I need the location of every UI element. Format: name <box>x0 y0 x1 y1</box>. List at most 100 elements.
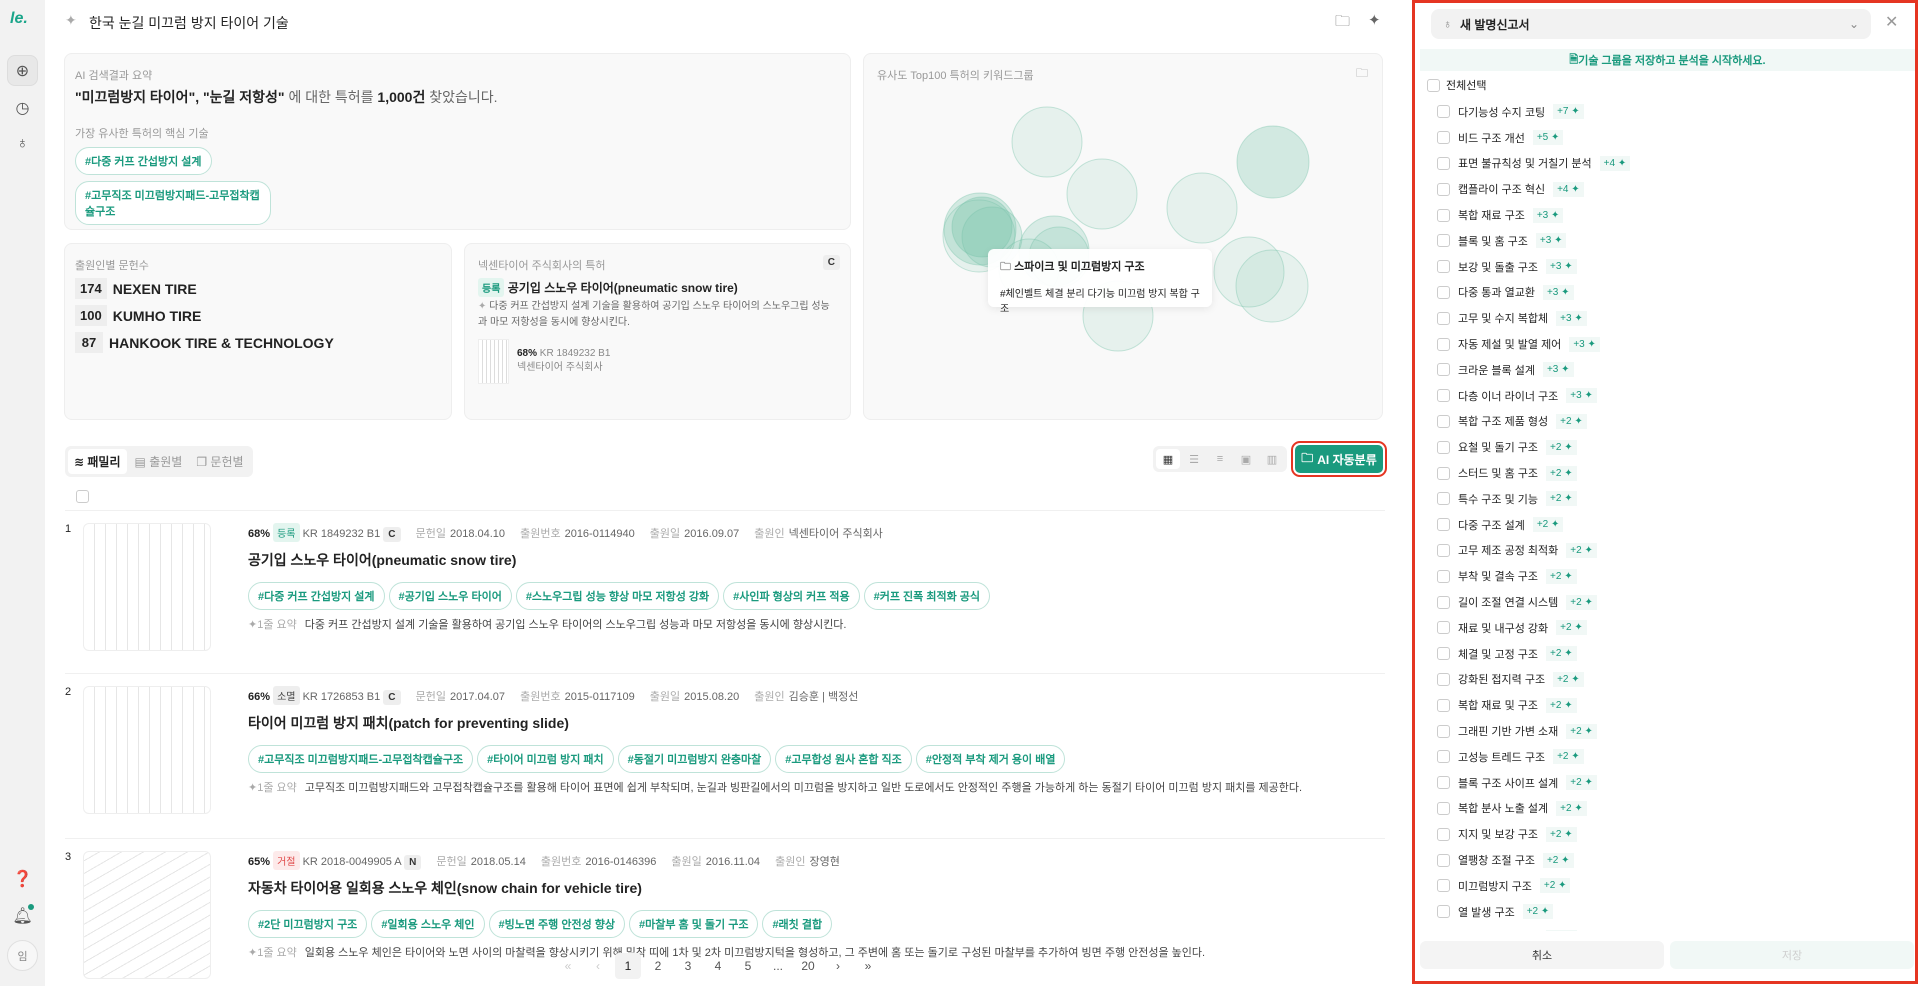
ai-sparkle-icon[interactable]: ✦ <box>1368 11 1381 29</box>
keyword-checkbox[interactable] <box>1437 105 1450 119</box>
keyword-group-item[interactable]: 표면 불규칙성 및 거칠기 분석 +4 ✦ <box>1437 151 1907 177</box>
report-dropdown[interactable]: ♁ 새 발명신고서 ⌄ <box>1431 9 1871 39</box>
keyword-group-item[interactable]: 복합 재료 구조 +3 ✦ <box>1437 202 1907 228</box>
keyword-checkbox[interactable] <box>1437 260 1450 274</box>
applicant-item[interactable]: 100 KUMHO TIRE <box>75 305 334 326</box>
keyword-checkbox[interactable] <box>1437 131 1450 145</box>
keyword-group-item[interactable]: 열 발생 구조 +2 ✦ <box>1437 899 1907 925</box>
notification-bell-icon[interactable]: 🔔︎ <box>7 900 38 931</box>
keyword-bubble[interactable] <box>1066 158 1138 230</box>
keyword-checkbox[interactable] <box>1437 905 1450 919</box>
keyword-checkbox[interactable] <box>1437 543 1450 557</box>
keyword-group-item[interactable]: 고성능 트레드 구조 +2 ✦ <box>1437 744 1907 770</box>
keyword-checkbox[interactable] <box>1437 750 1450 764</box>
keyword-group-item[interactable]: 다중 통과 열교환 +3 ✦ <box>1437 280 1907 306</box>
keyword-checkbox[interactable] <box>1437 466 1450 480</box>
result-tag[interactable]: #고무합성 원사 혼합 직조 <box>775 745 912 773</box>
result-tag[interactable]: #공기입 스노우 타이어 <box>388 582 512 610</box>
keyword-checkbox[interactable] <box>1437 569 1450 583</box>
result-tag[interactable]: #빙노면 주행 안전성 향상 <box>488 910 626 938</box>
keyword-checkbox[interactable] <box>1437 234 1450 248</box>
keyword-group-item[interactable]: 다기능성 수지 코팅 +7 ✦ <box>1437 99 1907 125</box>
tab-by-application[interactable]: ▤ 출원별 <box>129 449 189 474</box>
keyword-group-item[interactable]: 특수 구조 및 기능 +2 ✦ <box>1437 486 1907 512</box>
keyword-group-item[interactable]: 재료 및 내구성 강화 +2 ✦ <box>1437 615 1907 641</box>
view-table-icon[interactable]: ▥ <box>1260 449 1284 469</box>
first-page-icon[interactable]: « <box>555 953 581 979</box>
keyword-group-item[interactable]: 고무 제조 공정 최적화 +2 ✦ <box>1437 538 1907 564</box>
keyword-checkbox[interactable] <box>1437 440 1450 454</box>
patent-drawing-thumbnail[interactable] <box>83 851 211 979</box>
keyword-checkbox[interactable] <box>1437 647 1450 661</box>
prev-page-icon[interactable]: ‹ <box>585 953 611 979</box>
keyword-checkbox[interactable] <box>1437 337 1450 351</box>
keyword-checkbox[interactable] <box>1437 724 1450 738</box>
keyword-checkbox[interactable] <box>1437 853 1450 867</box>
result-tag[interactable]: #마찰부 홈 및 돌기 구조 <box>629 910 759 938</box>
keyword-group-item[interactable]: 블록 및 홈 구조 +3 ✦ <box>1437 228 1907 254</box>
keyword-checkbox[interactable] <box>1437 182 1450 196</box>
result-tag[interactable]: #다중 커프 간섭방지 설계 <box>248 582 385 610</box>
keyword-group-item[interactable]: 그래핀 기반 가변 소재 +2 ✦ <box>1437 718 1907 744</box>
keyword-group-item[interactable]: 다층 이너 라이너 구조 +3 ✦ <box>1437 383 1907 409</box>
keyword-checkbox[interactable] <box>1437 363 1450 377</box>
tab-family[interactable]: ≋ 패밀리 <box>68 449 127 474</box>
patent-title[interactable]: 타이어 미끄럼 방지 패치(patch for preventing slide… <box>248 713 1385 733</box>
keyword-group-item[interactable]: 자동 제설 및 발열 제어 +3 ✦ <box>1437 331 1907 357</box>
keyword-group-item[interactable]: 복합 분사 노출 설계 +2 ✦ <box>1437 796 1907 822</box>
keyword-checkbox[interactable] <box>1437 156 1450 170</box>
select-all-results-checkbox[interactable] <box>76 490 89 503</box>
result-row[interactable]: 1 68% 등록 KR 1849232 B1 C 문헌일 2018.04.10 출… <box>65 510 1385 660</box>
result-row[interactable]: 2 66% 소멸 KR 1726853 B1 C 문헌일 2017.04.07 출… <box>65 673 1385 823</box>
history-icon[interactable]: ◷ <box>7 92 38 123</box>
cancel-button[interactable]: 취소 <box>1420 941 1664 969</box>
next-page-icon[interactable]: › <box>825 953 851 979</box>
keyword-bubble-chart[interactable] <box>864 54 1384 421</box>
keyword-checkbox[interactable] <box>1437 492 1450 506</box>
keyword-group-item[interactable]: 크라운 블록 설계 +3 ✦ <box>1437 357 1907 383</box>
last-page-icon[interactable]: » <box>855 953 881 979</box>
keyword-group-item[interactable]: 복합 구조 제품 형성 +2 ✦ <box>1437 409 1907 435</box>
core-tag[interactable]: #고무직조 미끄럼방지패드-고무접착캡슐구조 <box>75 181 271 225</box>
result-tag[interactable]: #안정적 부착 제거 용이 배열 <box>915 745 1066 773</box>
keyword-bubble[interactable] <box>1166 172 1238 244</box>
ai-auto-classify-button[interactable]: 🗀 AI 자동분류 <box>1291 441 1387 477</box>
patent-drawing-thumbnail[interactable] <box>83 686 211 814</box>
page-1[interactable]: 1 <box>615 953 641 979</box>
select-all[interactable]: 전체선택 <box>1427 77 1486 93</box>
keyword-checkbox[interactable] <box>1437 879 1450 893</box>
keyword-group-item[interactable]: 스터드 및 홈 구조 +2 ✦ <box>1437 460 1907 486</box>
result-tag[interactable]: #스노우그립 성능 향상 마모 저항성 강화 <box>515 582 720 610</box>
lightbulb-icon[interactable]: ♁ <box>7 128 38 159</box>
keyword-group-item[interactable]: 체결 및 고정 구조 +2 ✦ <box>1437 641 1907 667</box>
keyword-group-item[interactable]: 비드 구조 개선 +5 ✦ <box>1437 125 1907 151</box>
keyword-group-item[interactable]: 강화된 접지력 구조 +2 ✦ <box>1437 667 1907 693</box>
keyword-checkbox[interactable] <box>1437 285 1450 299</box>
patent-title[interactable]: 자동차 타이어용 일회용 스노우 체인(snow chain for vehic… <box>248 878 1385 898</box>
new-search-icon[interactable]: ⊕ <box>7 55 38 86</box>
keyword-checkbox[interactable] <box>1437 827 1450 841</box>
help-icon[interactable]: ❓ <box>7 863 38 894</box>
patent-drawing-thumbnail[interactable] <box>83 523 211 651</box>
keyword-checkbox[interactable] <box>1437 698 1450 712</box>
user-avatar[interactable]: 임 <box>7 940 38 971</box>
page-4[interactable]: 4 <box>705 953 731 979</box>
keyword-checkbox[interactable] <box>1437 311 1450 325</box>
result-tag[interactable]: #동절기 미끄럼방지 완충마찰 <box>617 745 772 773</box>
keyword-checkbox[interactable] <box>1437 672 1450 686</box>
core-tag[interactable]: #다중 커프 간섭방지 설계 <box>75 147 212 175</box>
keyword-group-item[interactable]: 부착 및 결속 구조 +2 ✦ <box>1437 563 1907 589</box>
keyword-bubble[interactable] <box>1235 249 1309 323</box>
keyword-checkbox[interactable] <box>1437 595 1450 609</box>
folder-icon[interactable]: 🗀 <box>1335 11 1350 36</box>
applicant-item[interactable]: 87 HANKOOK TIRE & TECHNOLOGY <box>75 332 334 353</box>
view-compact-icon[interactable]: ☰ <box>1182 449 1206 469</box>
page-3[interactable]: 3 <box>675 953 701 979</box>
view-grid-icon[interactable]: ▣ <box>1234 449 1258 469</box>
patent-title[interactable]: 공기입 스노우 타이어(pneumatic snow tire) <box>248 550 1385 570</box>
result-tag[interactable]: #2단 미끄럼방지 구조 <box>248 910 368 938</box>
save-button[interactable]: 저장 <box>1670 941 1914 969</box>
keyword-group-item[interactable]: 열팽창 조절 구조 +2 ✦ <box>1437 847 1907 873</box>
keyword-group-item[interactable]: 캡플라이 구조 혁신 +4 ✦ <box>1437 176 1907 202</box>
keyword-bubble[interactable] <box>1236 125 1310 199</box>
